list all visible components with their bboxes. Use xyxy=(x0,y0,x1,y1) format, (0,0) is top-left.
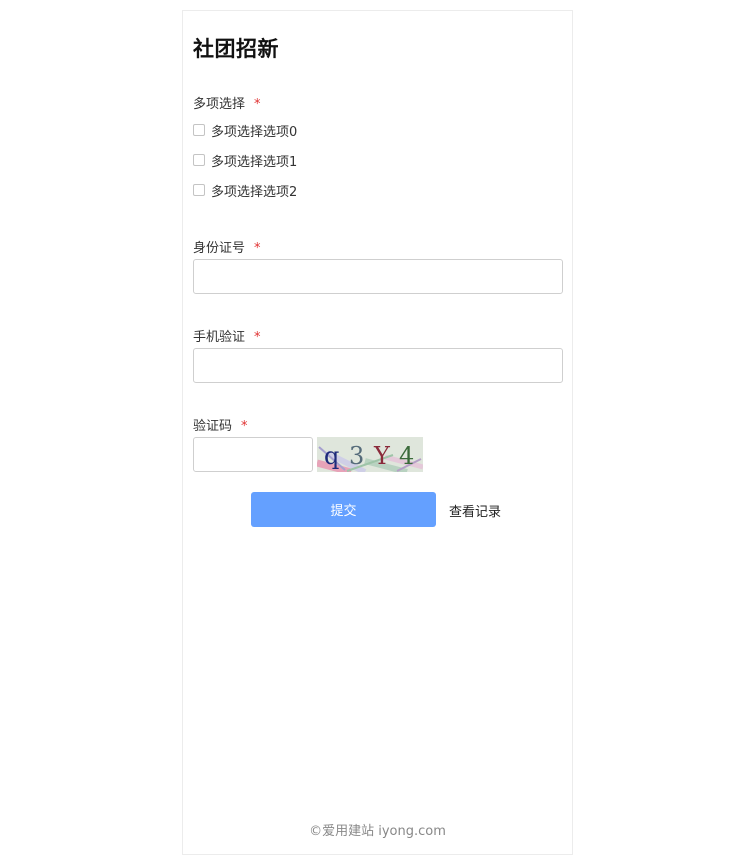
id-number-input[interactable] xyxy=(193,259,563,294)
phone-verify-label: 手机验证 xyxy=(193,330,246,345)
required-mark: * xyxy=(254,97,261,112)
checkbox[interactable] xyxy=(193,154,205,166)
option-label: 多项选择选项1 xyxy=(211,154,298,170)
captcha-input[interactable] xyxy=(193,437,313,472)
view-records-link[interactable]: 查看记录 xyxy=(449,501,501,520)
captcha-char-3: 4 xyxy=(399,442,414,470)
multi-select-option-1[interactable]: 多项选择选项1 xyxy=(193,152,298,170)
page-title: 社团招新 xyxy=(193,37,279,61)
option-label: 多项选择选项0 xyxy=(211,124,298,140)
captcha-char-2: Y xyxy=(373,442,391,470)
captcha-image[interactable]: q 3 Y 4 xyxy=(317,437,423,472)
captcha-char-0: q xyxy=(324,442,339,470)
option-label: 多项选择选项2 xyxy=(211,184,298,200)
captcha-label: 验证码 xyxy=(193,419,233,434)
checkbox[interactable] xyxy=(193,184,205,196)
multi-select-option-0[interactable]: 多项选择选项0 xyxy=(193,122,298,140)
captcha-char-1: 3 xyxy=(349,442,364,470)
required-mark: * xyxy=(254,330,261,345)
required-mark: * xyxy=(254,241,261,256)
checkbox[interactable] xyxy=(193,124,205,136)
id-number-label-row: 身份证号 * xyxy=(193,237,261,256)
captcha-label-row: 验证码 * xyxy=(193,415,248,434)
multi-select-label: 多项选择 xyxy=(193,97,246,112)
form-card: 社团招新 多项选择 * 多项选择选项0 多项选择选项1 多项选择选项2 身份证号 *… xyxy=(182,10,573,855)
captcha-noise: q 3 Y 4 xyxy=(317,437,423,472)
phone-verify-label-row: 手机验证 * xyxy=(193,326,261,345)
submit-button[interactable]: 提交 xyxy=(251,492,436,527)
required-mark: * xyxy=(241,419,248,434)
multi-select-label-row: 多项选择 * xyxy=(193,93,261,112)
phone-verify-input[interactable] xyxy=(193,348,563,383)
id-number-label: 身份证号 xyxy=(193,241,246,256)
footer-copyright: ©爱用建站 iyong.com xyxy=(309,824,446,839)
multi-select-option-2[interactable]: 多项选择选项2 xyxy=(193,182,298,200)
